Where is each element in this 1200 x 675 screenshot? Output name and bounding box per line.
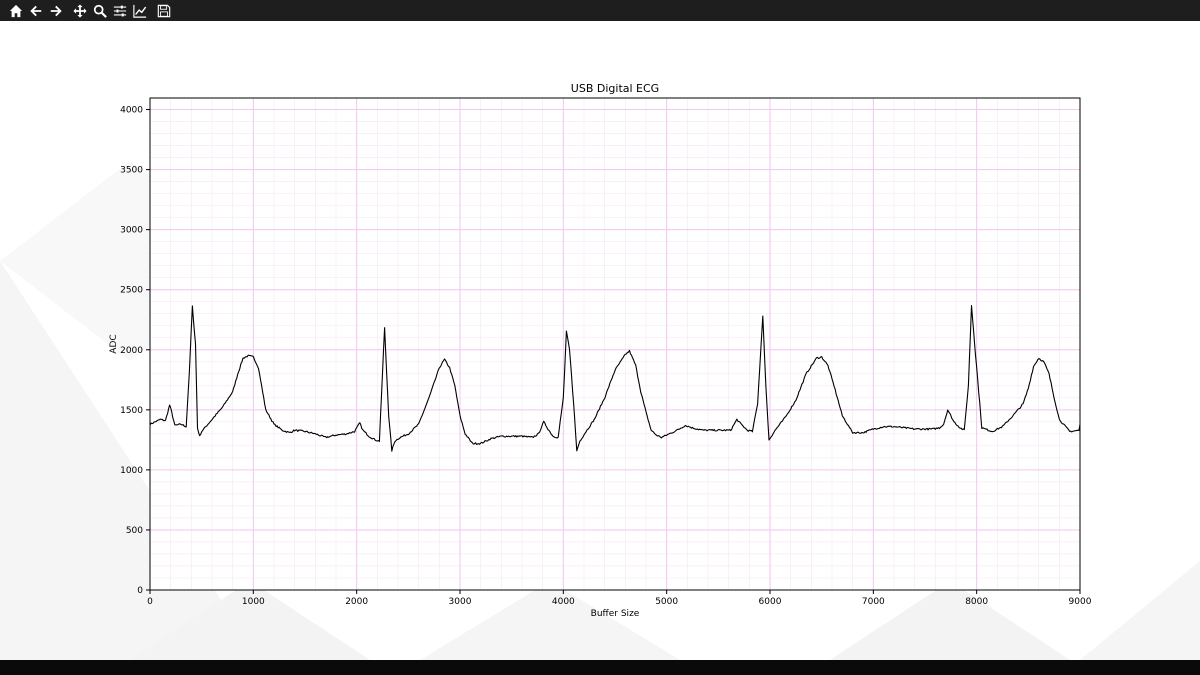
- x-tick-label: 6000: [759, 597, 782, 607]
- x-tick-label: 2000: [345, 597, 368, 607]
- zoom-button[interactable]: [90, 1, 110, 21]
- toolbar: [0, 0, 1200, 21]
- home-button[interactable]: [6, 1, 26, 21]
- back-button[interactable]: [26, 1, 46, 21]
- x-tick-label: 0: [147, 597, 153, 607]
- x-axis-label: Buffer Size: [591, 609, 640, 619]
- y-tick-label: 0: [137, 586, 143, 596]
- x-tick-label: 7000: [862, 597, 885, 607]
- x-tick-label: 1000: [242, 597, 265, 607]
- x-tick-label: 4000: [552, 597, 575, 607]
- configure-subplots-icon: [113, 5, 127, 16]
- save-icon: [157, 4, 171, 17]
- edit-axis-icon: [133, 4, 147, 18]
- configure-subplots-button[interactable]: [110, 1, 130, 21]
- y-tick-label: 1000: [120, 466, 143, 476]
- pan-icon: [73, 3, 87, 18]
- x-tick-label: 3000: [449, 597, 472, 607]
- save-button[interactable]: [154, 1, 174, 21]
- zoom-icon: [93, 4, 107, 18]
- edit-axis-button[interactable]: [130, 1, 150, 21]
- home-icon: [9, 4, 23, 17]
- y-tick-label: 4000: [120, 106, 143, 116]
- x-axis-ticks: 0 1000 2000 3000 4000 5000 6000 7000 8000 9000: [147, 590, 1092, 607]
- y-tick-label: 1500: [120, 406, 143, 416]
- y-tick-label: 500: [126, 526, 143, 536]
- pan-button[interactable]: [70, 1, 90, 21]
- y-tick-label: 3500: [120, 166, 143, 176]
- y-tick-label: 2000: [120, 346, 143, 356]
- y-axis-label: ADC: [109, 334, 119, 353]
- x-tick-label: 5000: [655, 597, 678, 607]
- x-tick-label: 9000: [1069, 597, 1092, 607]
- back-icon: [30, 5, 42, 16]
- chart-title: USB Digital ECG: [571, 82, 659, 95]
- x-tick-label: 8000: [965, 597, 988, 607]
- y-axis-ticks: 0 500 1000 1500 2000 2500 3000 3500 4000: [120, 106, 150, 596]
- bottom-bar: [0, 660, 1200, 675]
- forward-button[interactable]: [46, 1, 66, 21]
- y-tick-label: 3000: [120, 226, 143, 236]
- plot-area: [150, 98, 1080, 590]
- forward-icon: [50, 5, 62, 16]
- y-tick-label: 2500: [120, 286, 143, 296]
- ecg-chart: 0 1000 2000 3000 4000 5000 6000 7000 8000 9000 0 5…: [109, 82, 1092, 619]
